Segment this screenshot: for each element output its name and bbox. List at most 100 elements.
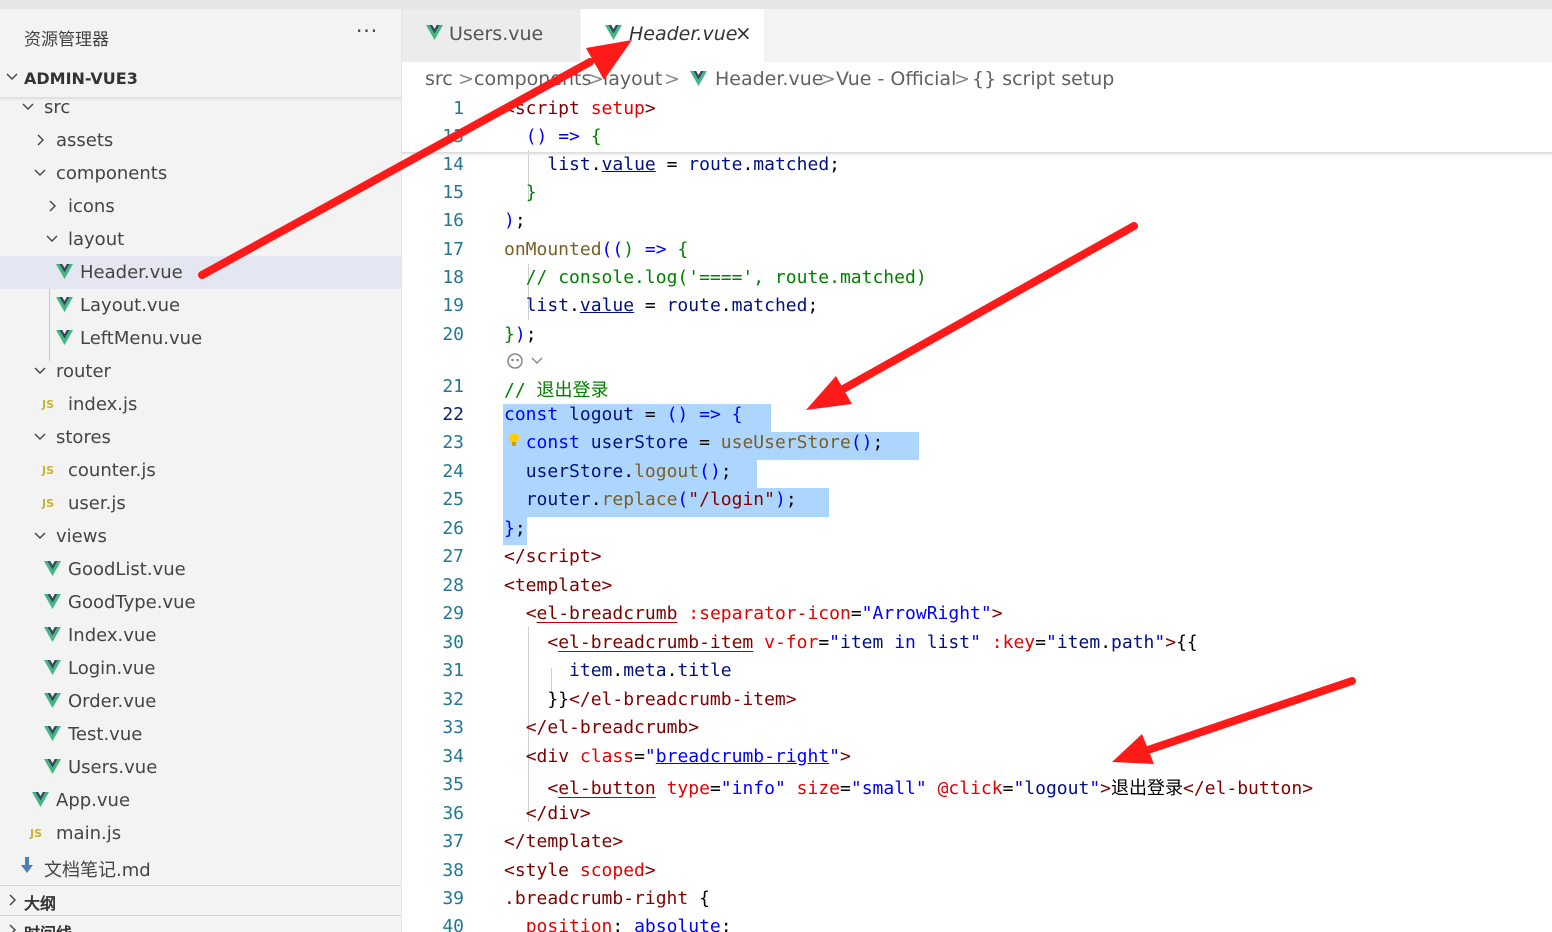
tree-item[interactable]: GoodList.vue — [0, 553, 401, 586]
tree-item[interactable]: JS index.js — [0, 388, 401, 421]
vue-file-icon — [44, 627, 61, 642]
tree-item[interactable]: Index.vue — [0, 619, 401, 652]
tree-item[interactable]: Order.vue — [0, 685, 401, 718]
tree-item[interactable]: Layout.vue — [0, 289, 401, 322]
line-number: 14 — [442, 154, 464, 175]
tree-item[interactable]: assets — [0, 124, 401, 157]
code-line-22: const logout = () => { — [504, 404, 743, 425]
code-line-25: router.replace("/login"); — [525, 489, 797, 510]
tree-item[interactable]: layout — [0, 223, 401, 256]
code-line-29: <el-breadcrumb :separator-icon="ArrowRig… — [525, 603, 1003, 624]
chevron-down-icon — [34, 433, 46, 440]
tree-item[interactable]: icons — [0, 190, 401, 223]
tree-item-label: Index.vue — [68, 625, 157, 646]
code-line-1: <script setup> — [504, 98, 656, 119]
tree-item-label: LeftMenu.vue — [80, 328, 203, 349]
line-number: 25 — [442, 489, 464, 510]
tree-item[interactable]: Header.vue — [0, 256, 401, 289]
code-line-34: <div class="breadcrumb-right"> — [525, 746, 851, 767]
editor-tab-bar: Users.vue Header.vue × — [402, 9, 1552, 62]
line-number: 23 — [442, 432, 464, 453]
breadcrumb: src > components > layout > Header.vue >… — [402, 62, 1552, 98]
breadcrumb-item[interactable]: {} script setup — [972, 68, 1114, 90]
tree-item-label: layout — [68, 229, 125, 250]
tree-item[interactable]: components — [0, 157, 401, 190]
tree-item-label: main.js — [56, 823, 122, 844]
close-icon[interactable]: × — [735, 21, 752, 45]
vue-file-icon — [690, 71, 707, 86]
line-number: 18 — [442, 267, 464, 288]
chevron-right-icon — [49, 200, 56, 212]
tree-item-label: Login.vue — [68, 658, 156, 679]
tree-item-label: src — [44, 97, 71, 118]
tree-item[interactable]: Login.vue — [0, 652, 401, 685]
workspace-root-label: ADMIN-VUE3 — [24, 69, 138, 88]
copilot-icon[interactable] — [506, 352, 546, 370]
outline-section[interactable]: 大纲 — [0, 885, 401, 916]
line-number: 35 — [442, 774, 464, 795]
vue-file-icon — [56, 297, 73, 312]
chevron-right-icon — [9, 894, 16, 906]
explorer-title: 资源管理器 — [24, 30, 109, 50]
code-line-14: list.value = route.matched; — [547, 154, 840, 175]
tree-item-label: Layout.vue — [80, 295, 181, 316]
vue-file-icon — [44, 726, 61, 741]
vue-file-icon — [44, 759, 61, 774]
timeline-section[interactable]: 时间线 — [0, 915, 401, 932]
tree-item[interactable]: JS counter.js — [0, 454, 401, 487]
chevron-down-icon — [34, 532, 46, 539]
tree-item-label: App.vue — [56, 790, 131, 811]
tree-item[interactable]: views — [0, 520, 401, 553]
line-number: 15 — [442, 182, 464, 203]
tree-item-label: stores — [56, 427, 111, 448]
code-editor[interactable]: 1 13 14 15 16 17 18 19 20 21 22 23 24 25 26 27 28 29 30 31 3… — [402, 98, 1552, 932]
tab-header-vue[interactable]: Header.vue × — [581, 9, 764, 62]
breadcrumb-separator: > — [954, 68, 970, 90]
tree-item-label: Header.vue — [80, 262, 183, 283]
code-line-35: <el-button type="info" size="small" @cli… — [547, 778, 1314, 799]
tree-item[interactable]: 文档笔记.md — [0, 850, 401, 883]
breadcrumb-item[interactable]: src — [425, 68, 453, 90]
code-line-36: </div> — [525, 803, 591, 824]
code-line-32: }}</el-breadcrumb-item> — [504, 689, 797, 710]
line-number: 1 — [453, 98, 464, 119]
tab-label: Header.vue — [629, 23, 738, 45]
tree-item[interactable]: App.vue — [0, 784, 401, 817]
tree-item[interactable]: JS main.js — [0, 817, 401, 850]
tree-item[interactable]: GoodType.vue — [0, 586, 401, 619]
breadcrumb-item[interactable]: layout — [603, 68, 662, 90]
tab-label: Users.vue — [449, 23, 544, 45]
tree-item[interactable]: JS user.js — [0, 487, 401, 520]
line-number: 24 — [442, 461, 464, 482]
tree-item[interactable]: Users.vue — [0, 751, 401, 784]
timeline-section-label: 时间线 — [24, 920, 72, 932]
line-number: 29 — [442, 603, 464, 624]
code-line-18: // console.log('====', route.matched) — [525, 267, 927, 288]
breadcrumb-item[interactable]: Vue - Official — [836, 68, 956, 90]
vue-file-icon — [44, 660, 61, 675]
tree-item[interactable]: router — [0, 355, 401, 388]
tree-item[interactable]: stores — [0, 421, 401, 454]
chevron-down-icon — [22, 103, 34, 110]
tree-item[interactable]: Test.vue — [0, 718, 401, 751]
tab-users-vue[interactable]: Users.vue — [402, 9, 580, 62]
line-number: 28 — [442, 575, 464, 596]
code-line-33: </el-breadcrumb> — [525, 717, 700, 738]
code-line-20: }); — [504, 324, 537, 345]
code-line-40: position: absolute; — [525, 916, 732, 932]
vue-file-icon — [605, 25, 622, 40]
breadcrumb-separator: > — [588, 68, 604, 90]
line-number: 36 — [442, 803, 464, 824]
breadcrumb-item[interactable]: components — [474, 68, 591, 90]
vue-file-icon — [56, 264, 73, 279]
breadcrumb-separator: > — [664, 68, 680, 90]
tree-item[interactable]: src — [0, 91, 401, 124]
code-line-26: }; — [504, 518, 526, 539]
breadcrumb-item[interactable]: Header.vue — [715, 68, 823, 90]
tree-item[interactable]: LeftMenu.vue — [0, 322, 401, 355]
breadcrumb-separator: > — [820, 68, 836, 90]
line-number: 16 — [442, 210, 464, 231]
more-actions-icon[interactable]: ··· — [356, 19, 378, 43]
line-number: 30 — [442, 632, 464, 653]
code-line-17: onMounted(() => { — [504, 239, 689, 260]
